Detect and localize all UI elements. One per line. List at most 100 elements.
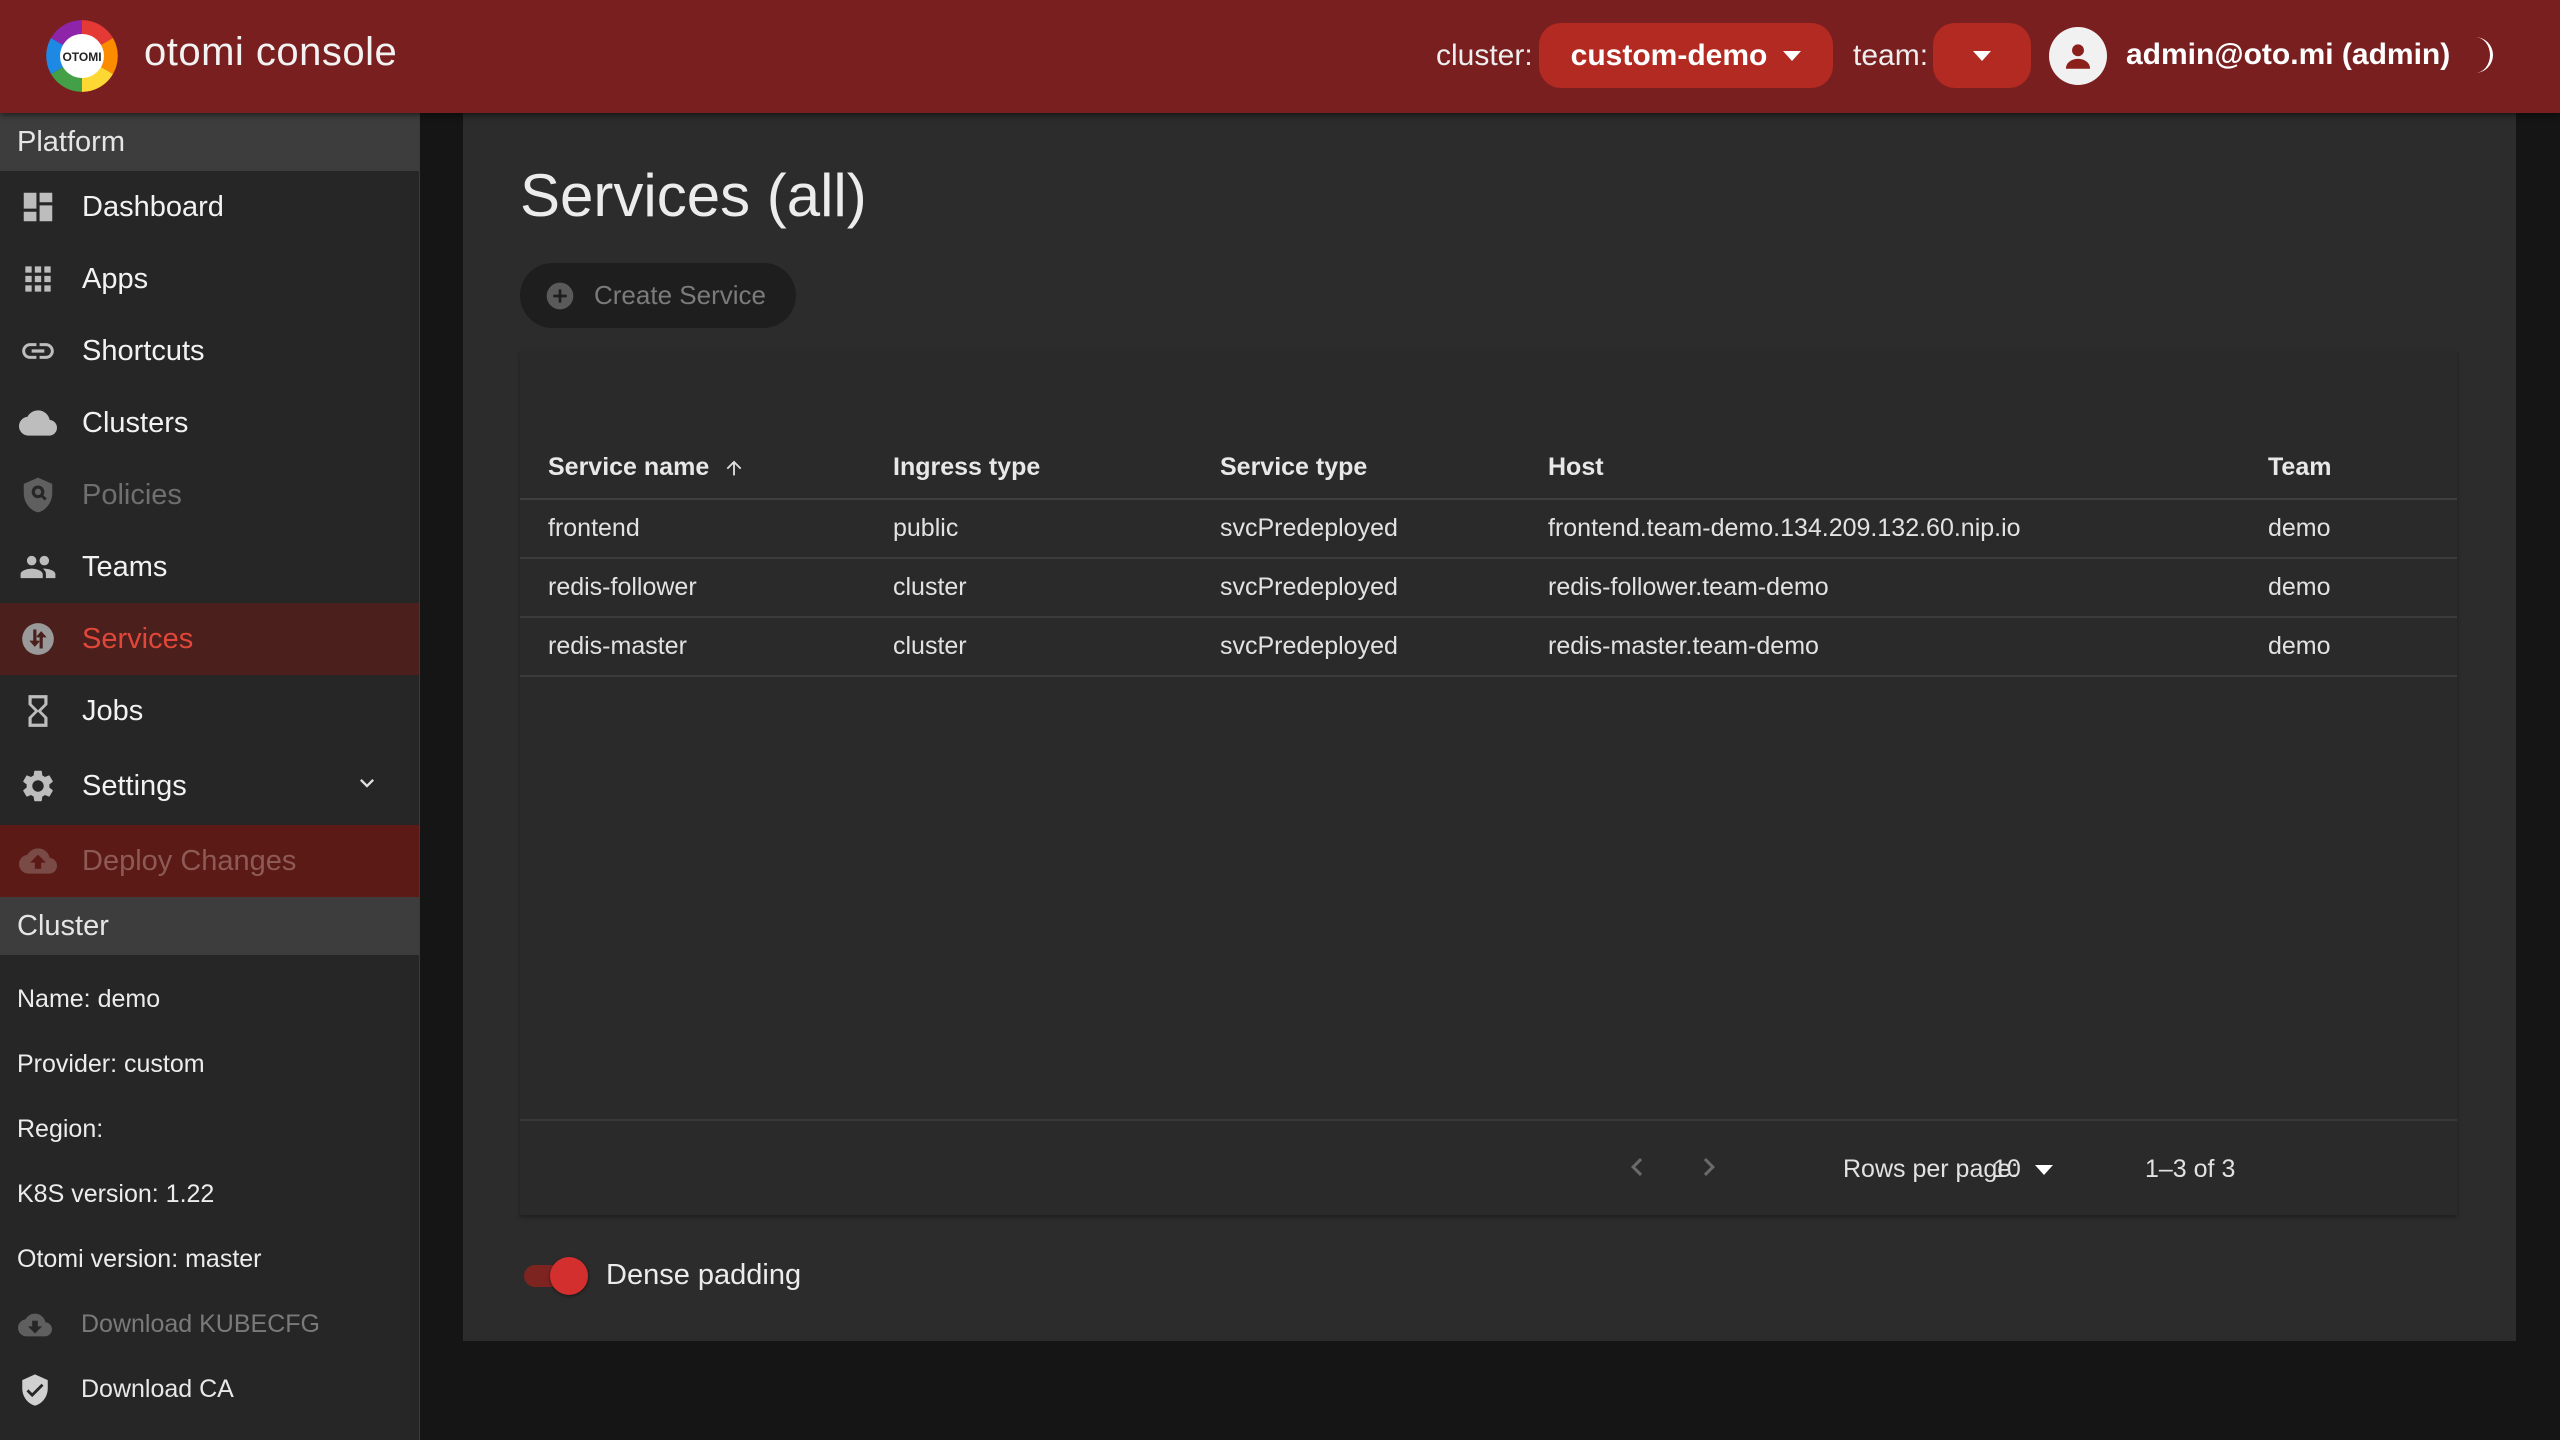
sidebar-item-jobs[interactable]: Jobs xyxy=(0,675,419,747)
add-circle-icon xyxy=(546,282,574,309)
hourglass-icon xyxy=(18,691,58,731)
cluster-info-name: Name: demo xyxy=(17,985,161,1013)
column-header-service-type[interactable]: Service type xyxy=(1220,437,1367,498)
sidebar-item-policies[interactable]: Policies xyxy=(0,459,419,531)
cluster-info-otomi-version: Otomi version: master xyxy=(17,1245,262,1273)
cell-host[interactable]: redis-follower.team-demo xyxy=(1548,559,1829,616)
cell-ingress-type: cluster xyxy=(893,632,967,660)
table-row[interactable]: frontend public svcPredeployed frontend.… xyxy=(520,500,2457,559)
rows-per-page-value: 10 xyxy=(1993,1155,2021,1183)
cell-service-type: svcPredeployed xyxy=(1220,573,1398,601)
shield-check-icon xyxy=(17,1372,53,1408)
sidebar-item-services[interactable]: Services xyxy=(0,603,419,675)
cell-service-name[interactable]: redis-master xyxy=(548,618,687,675)
link-icon xyxy=(18,331,58,371)
sidebar-item-label: Apps xyxy=(82,262,149,295)
sidebar-item-label: Settings xyxy=(82,769,187,802)
gear-icon xyxy=(18,766,58,806)
cell-service-name[interactable]: frontend xyxy=(548,500,640,557)
column-header-host[interactable]: Host xyxy=(1548,437,1604,498)
table-row[interactable]: redis-follower cluster svcPredeployed re… xyxy=(520,559,2457,618)
sidebar-item-label: Shortcuts xyxy=(82,334,205,367)
cell-team: demo xyxy=(2268,573,2331,601)
team-select[interactable] xyxy=(1933,23,2031,88)
download-ca-label: Download CA xyxy=(81,1375,234,1403)
next-page-icon[interactable] xyxy=(1691,1149,1727,1185)
sidebar-item-label: Dashboard xyxy=(82,190,224,223)
cell-team: demo xyxy=(2268,632,2331,660)
cell-host[interactable]: redis-master.team-demo xyxy=(1548,618,1819,675)
column-header-ingress-type[interactable]: Ingress type xyxy=(893,437,1040,498)
rows-per-page-label: Rows per page: xyxy=(1843,1155,2019,1183)
sidebar-item-label: Teams xyxy=(82,550,168,583)
user-icon xyxy=(2065,44,2091,69)
cloud-icon xyxy=(18,403,58,443)
otomi-logo[interactable]: OTOMI xyxy=(46,20,118,92)
platform-section-header: Platform xyxy=(0,113,419,171)
cluster-info-provider: Provider: custom xyxy=(17,1050,205,1078)
people-icon xyxy=(18,547,58,587)
main-panel: Services (all) Create Service Service na… xyxy=(463,113,2516,1341)
switch-thumb xyxy=(550,1257,588,1295)
cloud-upload-icon xyxy=(18,841,58,881)
download-kubecfg-label: Download KUBECFG xyxy=(81,1310,320,1338)
sort-ascending-icon[interactable] xyxy=(723,456,745,480)
table-row[interactable]: redis-master cluster svcPredeployed redi… xyxy=(520,618,2457,677)
chevron-down-icon xyxy=(1973,50,1991,61)
sidebar-item-label: Policies xyxy=(82,478,182,511)
cluster-select[interactable]: custom-demo xyxy=(1539,23,1833,88)
table-header: Service name Ingress type Service type H… xyxy=(520,437,2457,500)
services-table: Service name Ingress type Service type H… xyxy=(520,351,2457,1215)
chevron-down-icon xyxy=(1783,50,1802,61)
sidebar-item-label: Clusters xyxy=(82,406,189,439)
dense-padding-label: Dense padding xyxy=(606,1258,802,1291)
sidebar-item-label: Services xyxy=(82,622,194,655)
column-header-service-name[interactable]: Service name xyxy=(548,437,745,498)
policy-icon xyxy=(18,475,58,515)
cluster-select-value: custom-demo xyxy=(1570,38,1768,72)
cell-ingress-type: public xyxy=(893,514,959,542)
sidebar-item-shortcuts[interactable]: Shortcuts xyxy=(0,315,419,387)
pagination-range: 1–3 of 3 xyxy=(2145,1155,2236,1183)
moon-icon[interactable] xyxy=(2466,34,2502,76)
svg-text:OTOMI: OTOMI xyxy=(62,50,101,64)
cluster-section-header: Cluster xyxy=(0,897,419,955)
user-account[interactable]: admin@oto.mi (admin) xyxy=(2126,38,2450,72)
top-app-bar: OTOMI otomi console cluster: custom-demo… xyxy=(0,0,2560,113)
download-ca-button[interactable]: Download CA xyxy=(0,1357,419,1422)
sidebar-item-label: Jobs xyxy=(82,694,144,727)
deploy-changes-button[interactable]: Deploy Changes xyxy=(0,825,419,897)
download-kubecfg-button[interactable]: Download KUBECFG xyxy=(0,1292,419,1357)
sidebar-item-label: Deploy Changes xyxy=(82,844,297,877)
create-service-label: Create Service xyxy=(594,280,766,310)
apps-grid-icon xyxy=(18,259,58,299)
cluster-label: cluster: xyxy=(1436,39,1533,72)
page-title: Services (all) xyxy=(520,162,867,229)
sidebar-item-settings[interactable]: Settings xyxy=(0,747,419,825)
cell-service-name[interactable]: redis-follower xyxy=(548,559,697,616)
cell-host[interactable]: frontend.team-demo.134.209.132.60.nip.io xyxy=(1548,500,2021,557)
previous-page-icon[interactable] xyxy=(1619,1149,1655,1185)
rows-per-page-select[interactable]: 10 xyxy=(1993,1155,2053,1184)
brand-title: otomi console xyxy=(144,30,398,74)
sidebar: Platform Dashboard Apps Shortcuts Cluste… xyxy=(0,113,420,1440)
column-header-team[interactable]: Team xyxy=(2268,437,2331,498)
cloud-download-icon xyxy=(17,1307,53,1343)
sidebar-item-clusters[interactable]: Clusters xyxy=(0,387,419,459)
cell-ingress-type: cluster xyxy=(893,573,967,601)
dense-padding-toggle[interactable]: Dense padding xyxy=(520,1255,801,1295)
dense-padding-switch[interactable] xyxy=(520,1255,588,1295)
sidebar-item-teams[interactable]: Teams xyxy=(0,531,419,603)
cell-team: demo xyxy=(2268,514,2331,542)
cell-service-type: svcPredeployed xyxy=(1220,514,1398,542)
chevron-down-icon[interactable] xyxy=(353,769,381,797)
team-label: team: xyxy=(1853,39,1929,72)
chevron-down-icon xyxy=(2034,1164,2053,1175)
avatar[interactable] xyxy=(2049,27,2107,85)
sidebar-item-dashboard[interactable]: Dashboard xyxy=(0,171,419,243)
services-icon xyxy=(18,619,58,659)
create-service-button[interactable]: Create Service xyxy=(520,263,796,328)
cluster-info-region: Region: xyxy=(17,1115,104,1143)
sidebar-item-apps[interactable]: Apps xyxy=(0,243,419,315)
cell-service-type: svcPredeployed xyxy=(1220,632,1398,660)
